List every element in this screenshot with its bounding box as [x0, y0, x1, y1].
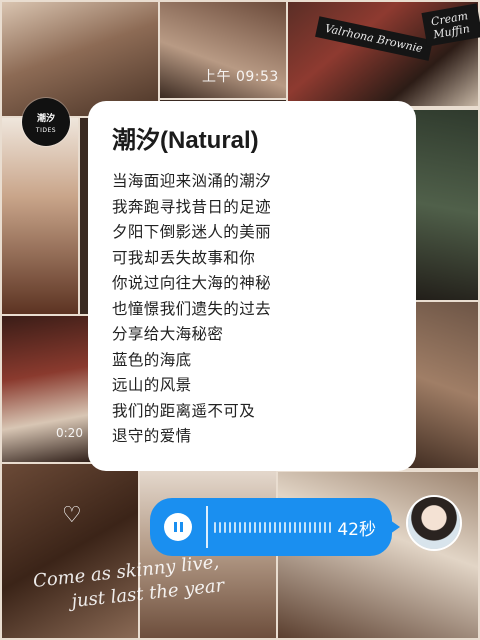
bg-tile	[410, 108, 480, 308]
song-title: 潮汐(Natural)	[112, 127, 259, 154]
bg-tile	[0, 314, 100, 464]
playback-position-marker[interactable]	[206, 506, 208, 548]
lyric-line: 退守的爱情	[112, 427, 192, 445]
user-avatar[interactable]	[408, 497, 460, 549]
lyric-line: 你说过向往大海的神秘	[112, 274, 272, 292]
bg-timestamp: 0:20	[56, 426, 83, 440]
lyric-line: 也憧憬我们遗失的过去	[112, 299, 272, 318]
lyric-line: 可我却丢失故事和你	[112, 248, 256, 267]
lyric-line: 我奔跑寻找昔日的足迹	[112, 197, 272, 216]
sender-avatar[interactable]: 潮汐 TIDES	[22, 98, 70, 146]
pause-icon[interactable]	[164, 513, 192, 541]
heart-icon: ♡	[62, 503, 82, 528]
lyric-line: 蓝色的海底	[112, 350, 192, 369]
lyrics-card[interactable]: 潮汐(Natural) 当海面迎来汹涌的潮汐 我奔跑寻找昔日的足迹 夕阳下倒影迷…	[88, 101, 416, 471]
lyric-line: 分享给大海秘密	[112, 325, 224, 343]
avatar-text: 潮汐	[36, 113, 55, 124]
voice-message-bubble[interactable]: 42秒	[150, 498, 400, 556]
lyric-line: 远山的风景	[112, 376, 192, 394]
bg-tile	[0, 116, 80, 316]
waveform	[214, 520, 334, 534]
lyric-line: 当海面迎来汹涌的潮汐	[112, 172, 272, 190]
lyric-line: 夕阳下倒影迷人的美丽	[112, 223, 272, 241]
lyric-line: 我们的距离遥不可及	[112, 401, 256, 420]
avatar-subtext: TIDES	[35, 126, 57, 134]
lyrics-list: 当海面迎来汹涌的潮汐 我奔跑寻找昔日的足迹 夕阳下倒影迷人的美丽 可我却丢失故事…	[112, 169, 392, 450]
message-time: 上午 09:53	[202, 69, 279, 85]
voice-duration: 42秒	[337, 520, 376, 540]
